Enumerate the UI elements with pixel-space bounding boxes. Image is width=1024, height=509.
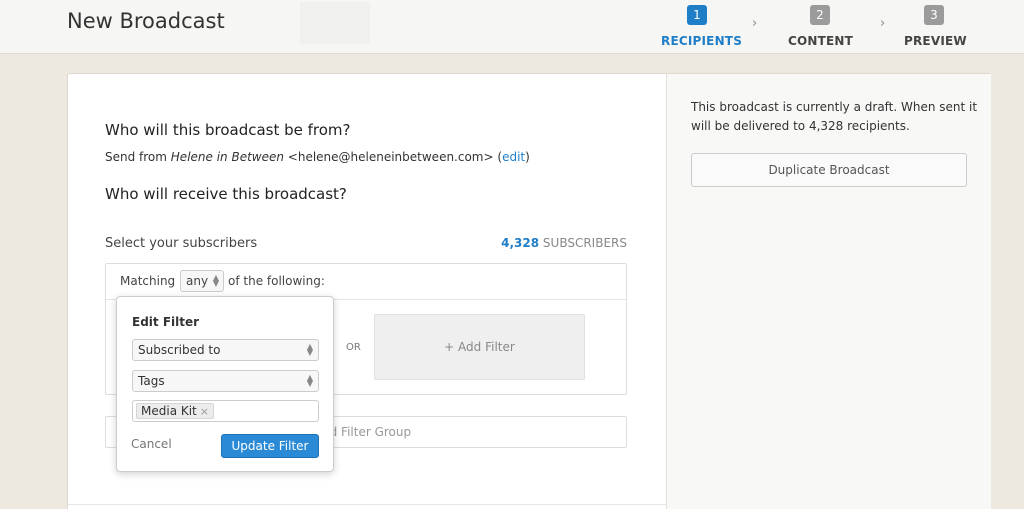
from-heading: Who will this broadcast be from? [105,121,351,139]
add-filter-group-label: dd Filter Group [322,425,412,439]
chevron-right-icon: › [752,16,758,31]
matching-select-value: any [186,274,209,288]
filter-type-value: Tags [138,374,165,388]
matching-row: Matching any ▲ ▼ of the following: [106,264,626,300]
step-label: RECIPIENTS [661,34,743,48]
top-header: New Broadcast 1 RECIPIENTS › 2 CONTENT ›… [0,0,1024,54]
edit-filter-title: Edit Filter [132,315,200,329]
draft-status-text: This broadcast is currently a draft. Whe… [691,100,978,133]
add-filter-button[interactable]: + Add Filter [374,314,585,380]
send-from-prefix: Send from [105,150,171,164]
step-number: 3 [924,5,944,25]
step-preview[interactable]: 3 PREVIEW [904,4,967,48]
step-number: 1 [687,5,707,25]
select-arrows-icon: ▲ ▼ [212,273,219,288]
subscriber-count: 4,328 SUBSCRIBERS [501,236,627,250]
step-content[interactable]: 2 CONTENT [788,4,854,48]
divider [68,504,666,505]
edit-sender-link[interactable]: edit [502,150,525,164]
step-recipients[interactable]: 1 RECIPIENTS [661,4,743,48]
edit-filter-popover: Edit Filter Subscribed to ▲ ▼ Tags ▲ ▼ Med… [116,296,334,472]
step-number: 2 [810,5,830,25]
step-label: PREVIEW [904,34,967,48]
or-separator: OR [346,342,361,353]
matching-label: Matching [120,274,176,288]
tag-input[interactable]: Media Kit × [132,400,319,422]
tag-chip: Media Kit × [136,403,214,419]
matching-suffix: of the following: [228,274,325,288]
sender-name: Helene in Between [170,150,284,164]
close-icon[interactable]: × [200,405,209,418]
select-arrows-icon: ▲ ▼ [306,373,313,388]
select-arrows-icon: ▲ ▼ [306,342,313,357]
filter-field-value: Subscribed to [138,343,221,357]
filter-type-select[interactable]: Tags ▲ ▼ [132,370,319,392]
receive-heading: Who will receive this broadcast? [105,185,347,203]
subscriber-count-number: 4,328 [501,236,540,250]
step-label: CONTENT [788,34,854,48]
filter-field-select[interactable]: Subscribed to ▲ ▼ [132,339,319,361]
tag-label: Media Kit [141,404,197,418]
select-subscribers-label: Select your subscribers [105,236,258,251]
send-from-line: Send from Helene in Between <helene@hele… [105,150,530,164]
sender-email: <helene@heleneinbetween.com> [283,150,498,164]
duplicate-broadcast-button[interactable]: Duplicate Broadcast [691,153,967,187]
wizard-steps: 1 RECIPIENTS › 2 CONTENT › 3 PREVIEW [0,4,1024,52]
update-filter-button[interactable]: Update Filter [221,434,319,458]
sidebar: This broadcast is currently a draft. Whe… [666,74,991,509]
edit-paren-close: ) [525,150,530,164]
chevron-right-icon: › [880,16,886,31]
matching-select[interactable]: any ▲ ▼ [180,270,224,292]
cancel-button[interactable]: Cancel [131,437,172,451]
subscriber-count-suffix: SUBSCRIBERS [539,236,627,250]
